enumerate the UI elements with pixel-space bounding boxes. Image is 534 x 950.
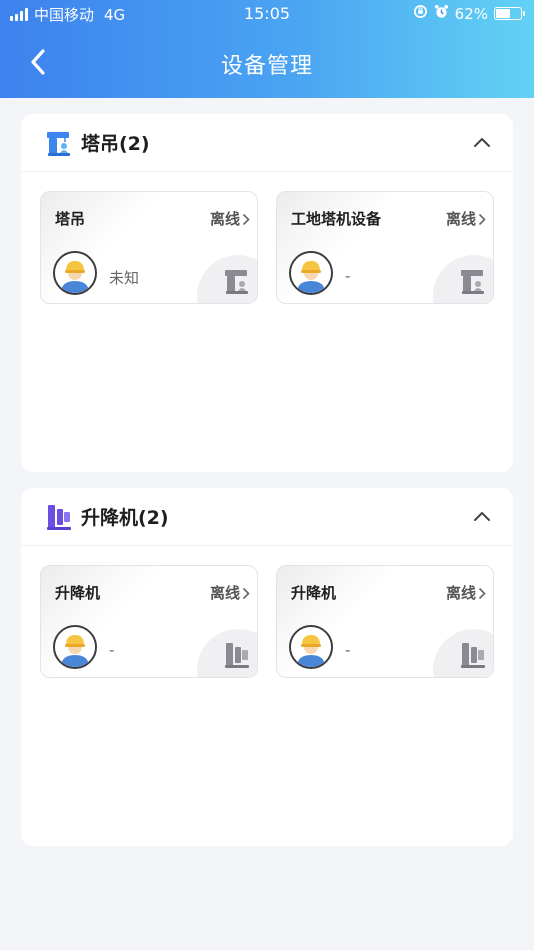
device-operator: - — [109, 641, 115, 659]
device-status[interactable]: 离线 — [210, 208, 250, 229]
chevron-up-icon[interactable] — [473, 509, 491, 523]
app-header: 中国移动 4G 15:05 62% 设备管理 — [0, 0, 534, 98]
chevron-right-icon — [242, 213, 250, 225]
elevator-icon — [225, 643, 249, 668]
status-bar: 中国移动 4G 15:05 62% — [0, 0, 534, 28]
worker-avatar-icon — [289, 625, 333, 669]
chevron-up-icon[interactable] — [473, 135, 491, 149]
device-name: 升降机 — [291, 584, 337, 602]
section-header-tower-crane[interactable]: 塔吊(2) — [21, 114, 513, 172]
worker-avatar-icon — [53, 251, 97, 295]
worker-avatar-icon — [53, 625, 97, 669]
section-title: 塔吊(2) — [81, 133, 150, 155]
battery-icon — [494, 7, 525, 20]
status-label: 离线 — [209, 584, 240, 602]
device-card[interactable]: 升降机 离线 - — [276, 565, 494, 678]
device-operator: 未知 — [109, 269, 140, 287]
device-status[interactable]: 离线 — [210, 582, 250, 603]
section-title: 升降机(2) — [81, 507, 169, 529]
device-name: 升降机 — [55, 584, 101, 602]
tower-crane-icon — [225, 270, 248, 294]
rotation-lock-icon — [413, 4, 428, 23]
tower-crane-icon — [47, 131, 70, 156]
status-label: 离线 — [445, 210, 476, 228]
status-label: 离线 — [209, 210, 240, 228]
device-card[interactable]: 工地塔机设备 离线 - — [276, 191, 494, 304]
nav-bar: 设备管理 — [0, 28, 534, 98]
elevator-icon — [461, 643, 485, 668]
page-title: 设备管理 — [220, 54, 313, 79]
device-operator: - — [345, 267, 351, 285]
device-name: 工地塔机设备 — [291, 210, 382, 228]
device-name: 塔吊 — [55, 210, 86, 228]
section-tower-crane: 塔吊(2) 塔吊 离线 未知 工地塔机设备 离线 - — [21, 114, 513, 472]
alarm-icon — [434, 4, 449, 23]
elevator-icon — [47, 504, 71, 530]
section-elevator: 升降机(2) 升降机 离线 - 升降机 离线 - — [21, 488, 513, 846]
chevron-right-icon — [242, 587, 250, 599]
device-status[interactable]: 离线 — [446, 208, 486, 229]
device-operator: - — [345, 641, 351, 659]
battery-percent: 62% — [454, 4, 488, 23]
chevron-right-icon — [478, 587, 486, 599]
device-card[interactable]: 塔吊 离线 未知 — [40, 191, 258, 304]
status-label: 离线 — [445, 584, 476, 602]
device-status[interactable]: 离线 — [446, 582, 486, 603]
tower-crane-icon — [461, 270, 484, 294]
section-header-elevator[interactable]: 升降机(2) — [21, 488, 513, 546]
device-card[interactable]: 升降机 离线 - — [40, 565, 258, 678]
chevron-right-icon — [478, 213, 486, 225]
worker-avatar-icon — [289, 251, 333, 295]
